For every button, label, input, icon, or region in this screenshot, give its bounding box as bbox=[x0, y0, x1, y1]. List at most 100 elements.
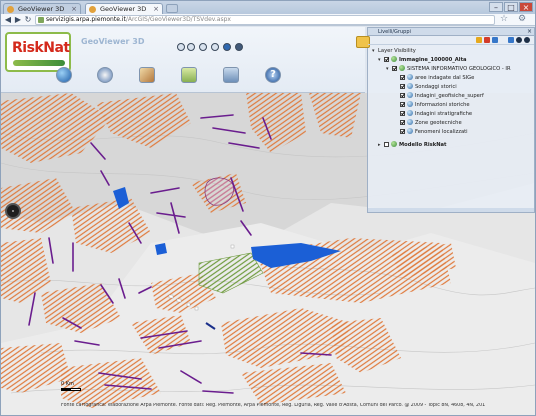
address-bar: ◀ ▶ ↻ servizigis.arpa.piemonte.it/ArcGIS… bbox=[1, 14, 535, 26]
tree-row-label: Indagini_geofisiche_superf bbox=[415, 93, 484, 99]
layer-checkbox[interactable] bbox=[384, 57, 389, 62]
panel-title: Livelli/Gruppi bbox=[378, 29, 411, 35]
favicon-icon bbox=[7, 6, 14, 13]
tab-label: GeoViewer 3D bbox=[18, 5, 65, 13]
layer-checkbox[interactable] bbox=[400, 93, 405, 98]
tree-row-label: Informazioni storiche bbox=[415, 102, 470, 108]
layer-checkbox[interactable] bbox=[400, 111, 405, 116]
globe-icon[interactable] bbox=[56, 67, 72, 83]
layer-checkbox[interactable] bbox=[400, 129, 405, 134]
zoom-in-icon[interactable] bbox=[177, 43, 185, 51]
pan-icon[interactable] bbox=[211, 43, 219, 51]
compass-icon[interactable] bbox=[97, 67, 113, 83]
add-icon[interactable] bbox=[476, 37, 482, 43]
map-attribution: Fonte cartografica: elaborazione Arpa Pi… bbox=[61, 403, 486, 408]
tree-row[interactable]: Sondaggi storici bbox=[400, 83, 457, 92]
risknat-logo: RiskNat bbox=[5, 32, 71, 72]
close-tab-icon[interactable]: × bbox=[71, 4, 77, 14]
url-host: servizigis.arpa.piemonte.it bbox=[46, 16, 126, 23]
tree-row[interactable]: ▾ Layer Visibility bbox=[372, 47, 416, 56]
down-icon[interactable] bbox=[516, 37, 522, 43]
tree-row[interactable]: Fenomeni localizzati bbox=[400, 128, 468, 137]
print-icon[interactable] bbox=[223, 67, 239, 83]
tree-row[interactable]: aree indagate dal SIGe bbox=[400, 74, 474, 83]
layer-icon bbox=[407, 119, 413, 125]
layer-checkbox[interactable] bbox=[400, 120, 405, 125]
browser-window: GeoViewer 3D × GeoViewer 3D × – □ × ◀ ▶ … bbox=[0, 0, 536, 416]
close-icon[interactable]: × bbox=[527, 28, 532, 35]
scale-bar bbox=[61, 388, 81, 391]
app-header: RiskNat GeoViewer 3D ? bbox=[1, 27, 365, 93]
info-icon[interactable] bbox=[223, 43, 231, 51]
panel-titlebar: Livelli/Gruppi × bbox=[368, 28, 534, 36]
layer-checkbox[interactable] bbox=[392, 66, 397, 71]
layer-icon bbox=[407, 83, 413, 89]
tree-row[interactable]: Indagini stratigrafiche bbox=[400, 110, 472, 119]
wrench-icon[interactable]: ⚙ bbox=[517, 15, 527, 25]
minimize-button[interactable]: – bbox=[489, 2, 503, 12]
tree-row-label: SISTEMA INFORMATIVO GEOLOGICO - IR bbox=[407, 66, 511, 72]
reload-icon[interactable]: ↻ bbox=[23, 15, 33, 25]
tree-row-label: Indagini stratigrafiche bbox=[415, 111, 473, 117]
logo-text: RiskNat bbox=[12, 40, 70, 56]
info-icon[interactable] bbox=[524, 37, 530, 43]
layer-checkbox[interactable] bbox=[400, 75, 405, 80]
settings-icon[interactable] bbox=[492, 37, 498, 43]
tree-row-label: Modello RiskNat bbox=[399, 142, 447, 148]
zoom-out-icon[interactable] bbox=[187, 43, 195, 51]
layer-icon bbox=[407, 74, 413, 80]
tree-row[interactable]: Informazioni storiche bbox=[400, 101, 470, 110]
remove-icon[interactable] bbox=[484, 37, 490, 43]
tree-row-label: Zone geotecniche bbox=[415, 120, 462, 126]
up-icon[interactable] bbox=[508, 37, 514, 43]
rotate-icon[interactable] bbox=[199, 43, 207, 51]
tree-row[interactable]: Zone geotecniche bbox=[400, 119, 462, 128]
close-window-button[interactable]: × bbox=[519, 2, 533, 12]
layer-icon bbox=[407, 128, 413, 134]
back-icon[interactable]: ◀ bbox=[3, 15, 13, 25]
layers-icon[interactable] bbox=[181, 67, 197, 83]
layer-panel: Livelli/Gruppi × ▾ Layer Visibility ▾ Imma… bbox=[356, 27, 535, 213]
tree-row-label: Layer Visibility bbox=[378, 48, 416, 54]
layer-icon bbox=[407, 101, 413, 107]
tree-row-label: Fenomeni localizzati bbox=[415, 129, 468, 135]
close-tab-icon[interactable]: × bbox=[153, 4, 159, 14]
url-path: /ArcGIS/GeoViewer3D/TSVdev.aspx bbox=[125, 16, 231, 23]
layer-checkbox[interactable] bbox=[400, 84, 405, 89]
tree-row[interactable]: ▾ Immagine_100000_Alta bbox=[378, 56, 467, 65]
navigation-control[interactable] bbox=[5, 203, 21, 219]
help-icon[interactable]: ? bbox=[265, 67, 281, 83]
tree-row-label: Sondaggi storici bbox=[415, 84, 457, 90]
tab-bar: GeoViewer 3D × GeoViewer 3D × – □ × bbox=[1, 1, 535, 14]
scale-label: 0 Km bbox=[61, 381, 74, 387]
layer-group-icon bbox=[391, 141, 397, 147]
forward-icon[interactable]: ▶ bbox=[13, 15, 23, 25]
layer-icon bbox=[407, 110, 413, 116]
layer-group-icon bbox=[399, 65, 405, 71]
page-icon bbox=[38, 17, 44, 23]
layers-small-icon[interactable] bbox=[235, 43, 243, 51]
layer-checkbox[interactable] bbox=[384, 142, 389, 147]
logo-swoosh bbox=[13, 60, 65, 66]
edit-icon[interactable] bbox=[139, 67, 155, 83]
new-tab-button[interactable] bbox=[166, 4, 178, 13]
tree-row-label: aree indagate dal SIGe bbox=[415, 75, 475, 81]
tree-row-label: Immagine_100000_Alta bbox=[399, 57, 467, 63]
layer-checkbox[interactable] bbox=[400, 102, 405, 107]
panel-toolbar bbox=[368, 36, 534, 45]
tree-row[interactable]: ▸ Modello RiskNat bbox=[378, 141, 447, 150]
panel-status-bar bbox=[368, 208, 534, 212]
layer-icon bbox=[407, 92, 413, 98]
browser-tab-active[interactable]: GeoViewer 3D × bbox=[85, 3, 163, 14]
url-field[interactable]: servizigis.arpa.piemonte.it/ArcGIS/GeoVi… bbox=[35, 15, 495, 25]
layer-group-icon bbox=[391, 56, 397, 62]
favicon-icon bbox=[89, 6, 96, 13]
maximize-button[interactable]: □ bbox=[504, 2, 518, 12]
app-area: RiskNat GeoViewer 3D ? 0 Km Fonte cartog… bbox=[1, 27, 535, 415]
tab-label: GeoViewer 3D bbox=[100, 5, 147, 13]
tree-row[interactable]: Indagini_geofisiche_superf bbox=[400, 92, 484, 101]
browser-tab[interactable]: GeoViewer 3D × bbox=[3, 3, 81, 14]
bookmark-star-icon[interactable]: ☆ bbox=[499, 15, 509, 25]
app-title: GeoViewer 3D bbox=[81, 37, 145, 46]
tree-row[interactable]: ▾ SISTEMA INFORMATIVO GEOLOGICO - IR bbox=[386, 65, 511, 74]
